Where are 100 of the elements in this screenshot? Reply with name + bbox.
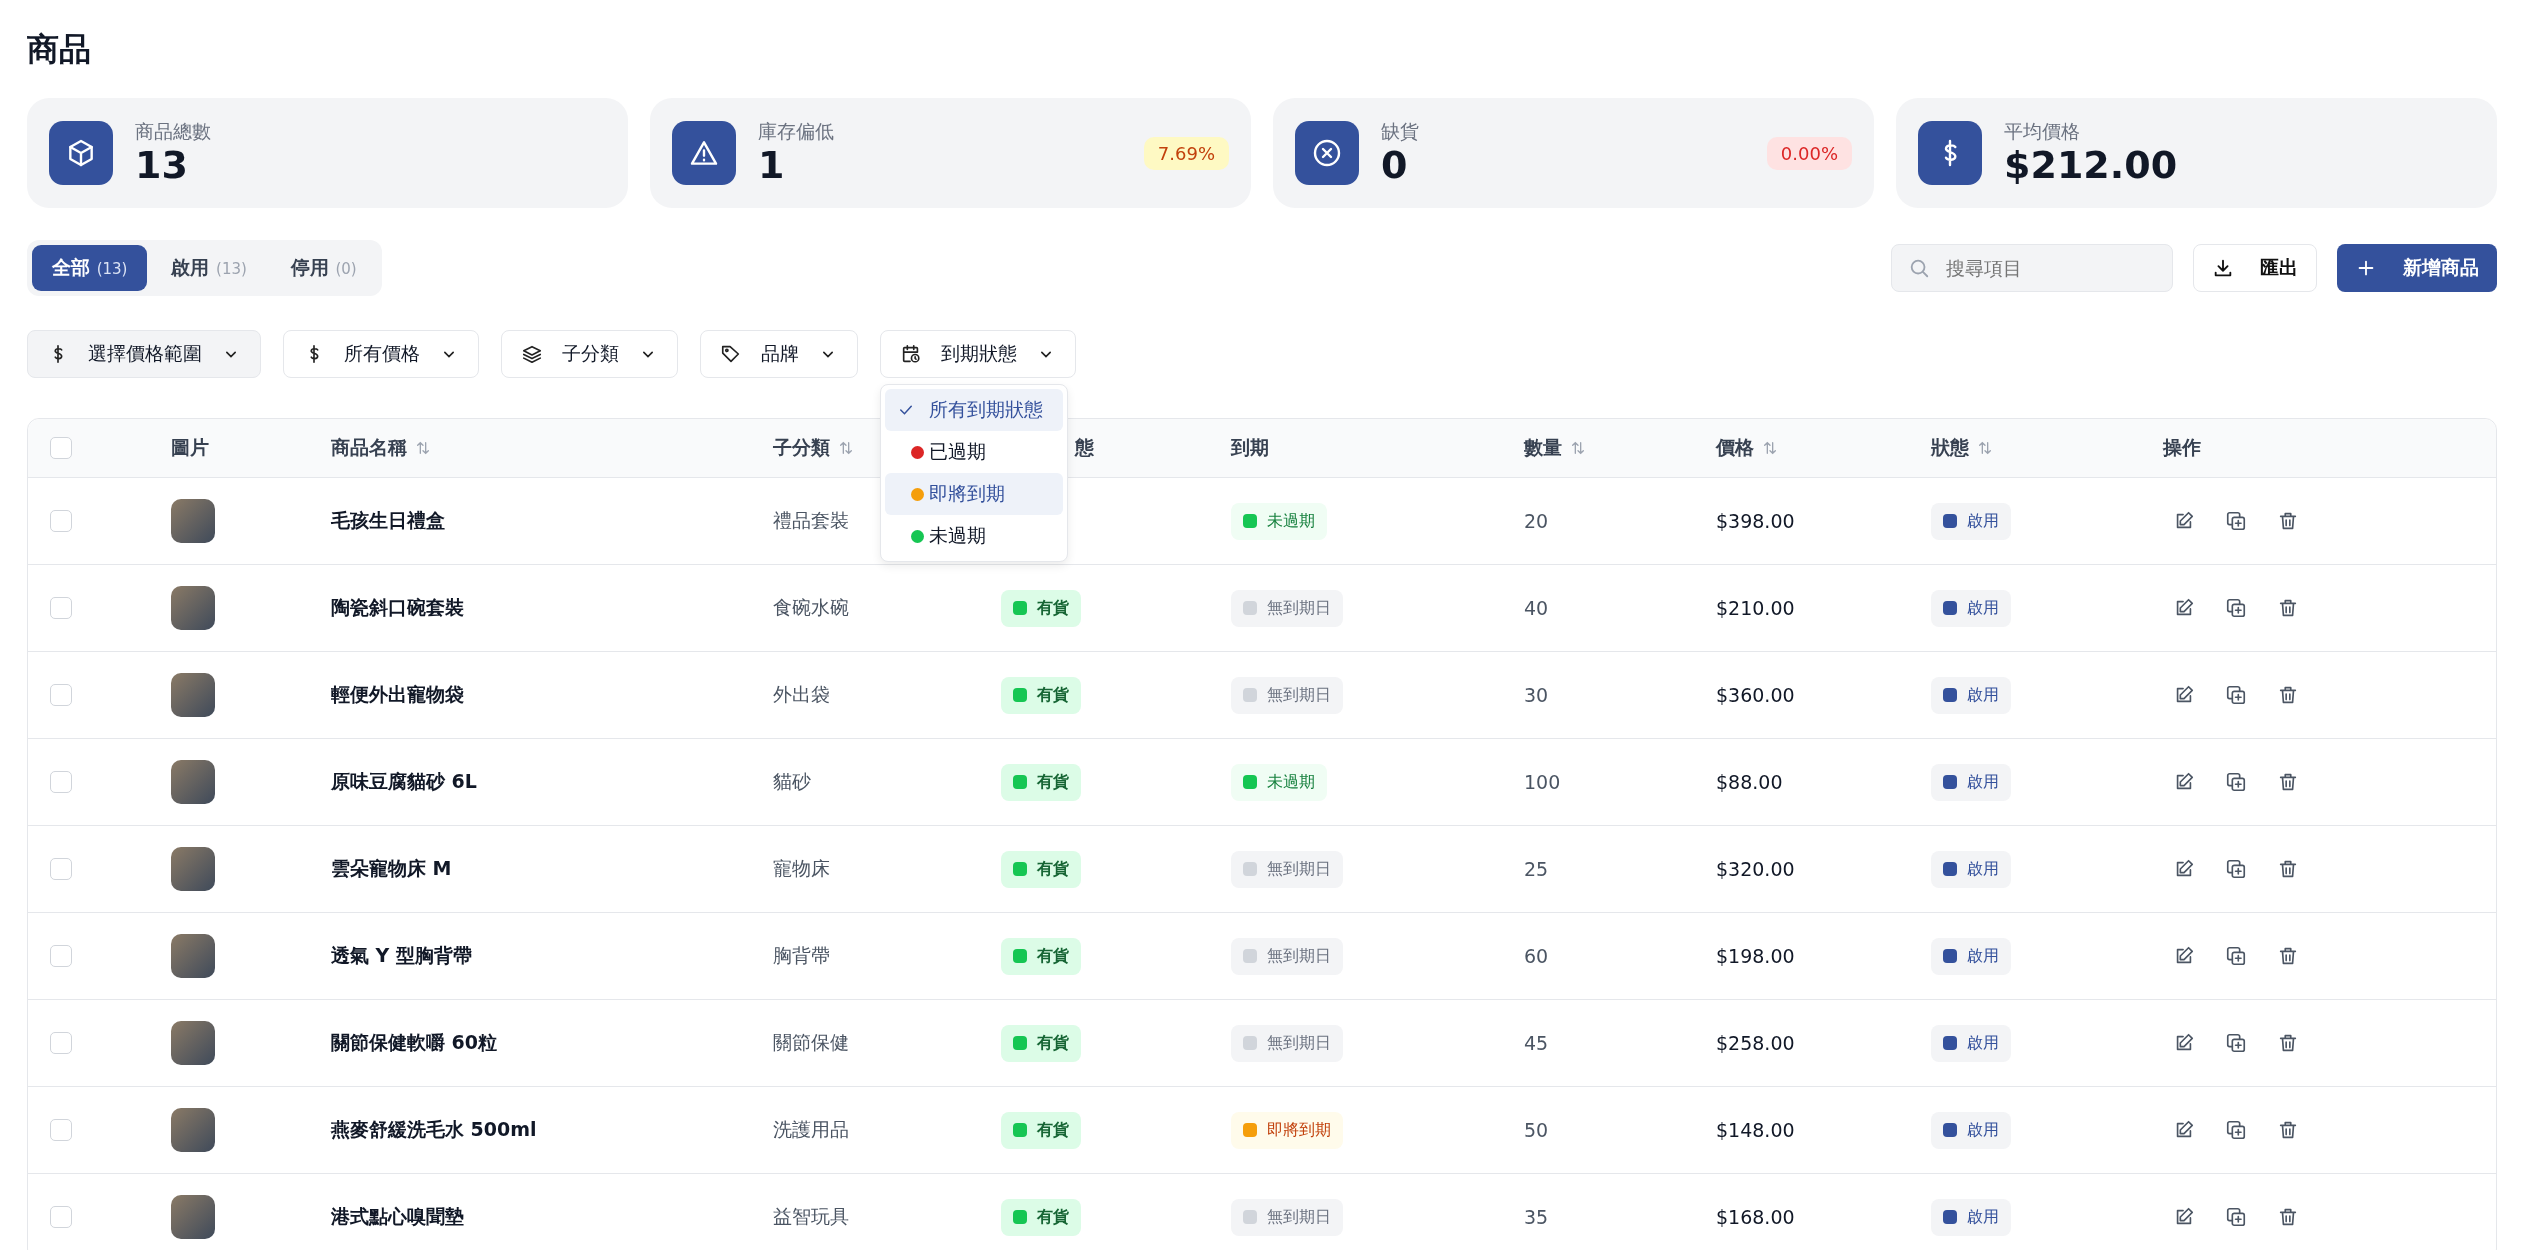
stat-label: 商品總數 — [135, 119, 211, 145]
expiry-badge: 無到期日 — [1231, 1198, 1343, 1236]
filter-dropdown[interactable]: 選擇價格範圍 — [27, 330, 261, 378]
download-icon — [2212, 257, 2234, 279]
column-header: 到期 — [1231, 435, 1269, 460]
status-badge: 啟用 — [1931, 1198, 2011, 1236]
filter-dropdown[interactable]: 到期狀態 — [880, 330, 1076, 378]
duplicate-icon[interactable] — [2225, 945, 2247, 967]
menu-item[interactable]: 即將到期 — [885, 473, 1063, 515]
column-header[interactable]: 數量 — [1524, 435, 1562, 461]
export-button[interactable]: 匯出 — [2193, 244, 2317, 292]
trash-icon[interactable] — [2277, 1206, 2299, 1228]
photo-placeholder — [171, 586, 215, 630]
status-badge: 啟用 — [1931, 589, 2011, 627]
filter-tab[interactable]: 啟用 (13) — [151, 245, 267, 291]
status-badge: 啟用 — [1931, 937, 2011, 975]
duplicate-icon[interactable] — [2225, 597, 2247, 619]
duplicate-icon[interactable] — [2225, 1119, 2247, 1141]
status-badge: 啟用 — [1931, 763, 2011, 801]
table-cell-text: 食碗水碗 — [773, 595, 849, 620]
table-cell: $398.00 — [1716, 510, 1795, 532]
box-icon — [49, 121, 113, 185]
stock-badge: 有貨 — [1001, 1111, 1081, 1149]
expiry-badge: 未過期 — [1231, 763, 1327, 801]
tag-icon — [720, 343, 742, 365]
stock-badge: 有貨 — [1001, 1024, 1081, 1062]
stat-label: 平均價格 — [2004, 119, 2080, 145]
layers-icon — [521, 343, 543, 365]
filter-dropdown[interactable]: 所有價格 — [283, 330, 479, 378]
row-checkbox[interactable] — [50, 510, 72, 532]
row-checkbox[interactable] — [50, 1032, 72, 1054]
stat-label: 缺貨 — [1381, 119, 1419, 145]
warning-icon — [672, 121, 736, 185]
table-cell: 50 — [1524, 1119, 1549, 1141]
duplicate-icon[interactable] — [2225, 684, 2247, 706]
status-badge: 啟用 — [1931, 502, 2011, 540]
product-name: 港式點心嗅聞墊 — [331, 1204, 464, 1229]
trash-icon[interactable] — [2277, 771, 2299, 793]
table-cell-text: 外出袋 — [773, 682, 830, 707]
table-cell: $258.00 — [1716, 1032, 1795, 1054]
stock-badge: 有貨 — [1001, 589, 1081, 627]
filter-dropdown[interactable]: 品牌 — [700, 330, 858, 378]
filter-tab[interactable]: 全部 (13) — [32, 245, 148, 291]
expiry-badge: 無到期日 — [1231, 937, 1343, 975]
column-header[interactable]: 商品名稱 — [331, 435, 407, 461]
filter-tab[interactable]: 停用 (0) — [270, 245, 377, 291]
stock-badge: 有貨 — [1001, 937, 1081, 975]
trash-icon[interactable] — [2277, 945, 2299, 967]
trash-icon[interactable] — [2277, 1119, 2299, 1141]
menu-item[interactable]: 未過期 — [885, 515, 1063, 557]
search-input[interactable]: 搜尋項目 — [1944, 256, 2148, 280]
duplicate-icon[interactable] — [2225, 1032, 2247, 1054]
table-cell-text: 禮品套裝 — [773, 508, 849, 533]
add-product-button[interactable]: 新增商品 — [2337, 244, 2497, 292]
table-cell: $168.00 — [1716, 1206, 1795, 1228]
menu-item[interactable]: 所有到期狀態 — [885, 389, 1063, 431]
row-checkbox[interactable] — [50, 1119, 72, 1141]
expiry-badge: 無到期日 — [1231, 676, 1343, 714]
table-cell: 30 — [1524, 684, 1549, 706]
trash-icon[interactable] — [2277, 1032, 2299, 1054]
trash-icon[interactable] — [2277, 510, 2299, 532]
expiry-badge: 即將到期 — [1231, 1111, 1343, 1149]
menu-item[interactable]: 已過期 — [885, 431, 1063, 473]
product-name: 燕麥舒緩洗毛水 500ml — [331, 1117, 537, 1142]
table-cell: $148.00 — [1716, 1119, 1795, 1141]
trash-icon[interactable] — [2277, 597, 2299, 619]
duplicate-icon[interactable] — [2225, 1206, 2247, 1228]
duplicate-icon[interactable] — [2225, 858, 2247, 880]
table-cell: 45 — [1524, 1032, 1549, 1054]
select-all-checkbox[interactable] — [50, 437, 72, 459]
table-cell-text: 關節保健 — [773, 1030, 849, 1055]
row-checkbox[interactable] — [50, 1206, 72, 1228]
duplicate-icon[interactable] — [2225, 510, 2247, 532]
duplicate-icon[interactable] — [2225, 771, 2247, 793]
photo-placeholder — [171, 760, 215, 804]
expiry-badge: 無到期日 — [1231, 589, 1343, 627]
table-cell: $210.00 — [1716, 597, 1795, 619]
table-cell: 40 — [1524, 597, 1549, 619]
stat-value: 1 — [758, 145, 785, 187]
row-checkbox[interactable] — [50, 945, 72, 967]
row-checkbox[interactable] — [50, 684, 72, 706]
filter-dropdown[interactable]: 子分類 — [501, 330, 678, 378]
column-header[interactable]: 狀態 — [1931, 435, 1969, 461]
stock-badge: 有貨 — [1001, 676, 1081, 714]
table-cell-text: 益智玩具 — [773, 1204, 849, 1229]
product-name: 雲朵寵物床 M — [331, 856, 452, 881]
product-name: 輕便外出寵物袋 — [331, 682, 464, 707]
trash-icon[interactable] — [2277, 684, 2299, 706]
expiry-badge: 未過期 — [1231, 502, 1327, 540]
row-checkbox[interactable] — [50, 597, 72, 619]
percent-badge: 0.00% — [1766, 136, 1852, 170]
row-checkbox[interactable] — [50, 771, 72, 793]
search-field[interactable]: 搜尋項目 — [1891, 244, 2173, 292]
trash-icon[interactable] — [2277, 858, 2299, 880]
column-header[interactable]: 子分類 — [773, 435, 830, 461]
row-checkbox[interactable] — [50, 858, 72, 880]
table-cell: 60 — [1524, 945, 1549, 967]
photo-placeholder — [171, 1108, 215, 1152]
column-header[interactable]: 價格 — [1716, 435, 1754, 461]
product-name: 透氣 Y 型胸背帶 — [331, 943, 472, 968]
